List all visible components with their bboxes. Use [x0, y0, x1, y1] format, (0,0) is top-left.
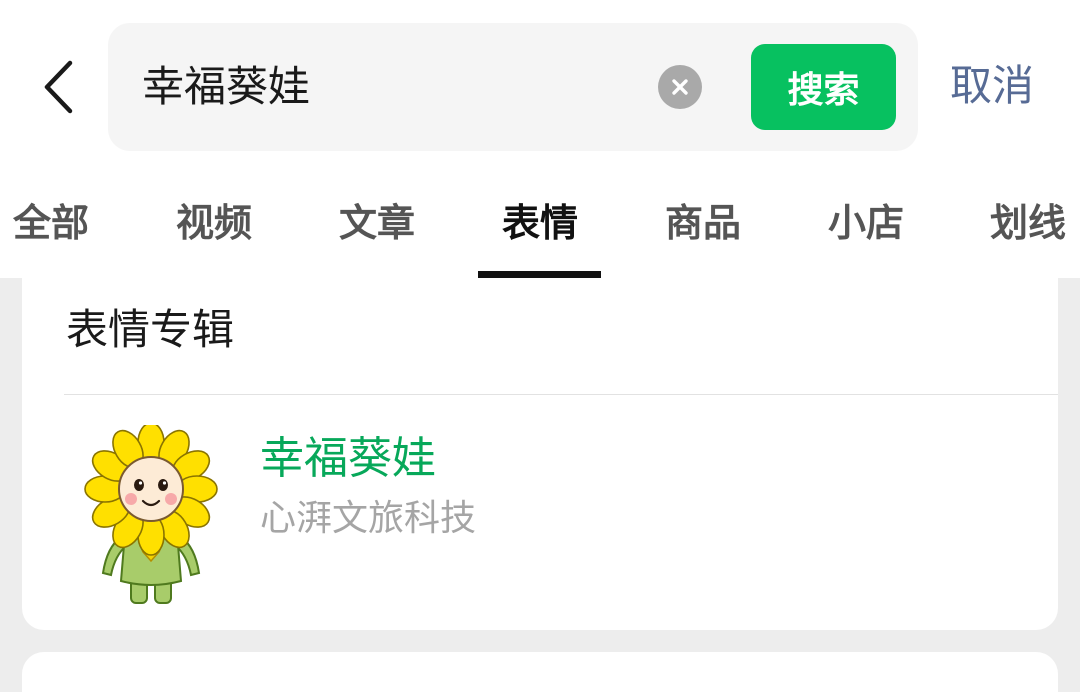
- sticker-album-publisher: 心湃文旅科技: [260, 498, 477, 539]
- tab-stickers[interactable]: 表情: [502, 196, 578, 250]
- tab-products[interactable]: 商品: [665, 196, 741, 250]
- sticker-album-item[interactable]: 幸福葵娃 心湃文旅科技: [22, 395, 1058, 630]
- search-header: 幸福葵娃 搜索 取消 全部 视频 文章 表情 商品 小店 划线: [0, 0, 1080, 278]
- back-button[interactable]: [30, 55, 86, 119]
- sticker-album-card: 表情专辑 幸福葵娃 心湃文旅科技: [22, 278, 1058, 630]
- tab-shops[interactable]: 小店: [828, 196, 904, 250]
- cancel-button[interactable]: 取消: [950, 52, 1034, 120]
- tab-videos[interactable]: 视频: [176, 196, 252, 250]
- chevron-left-icon: [44, 60, 73, 114]
- section-title: 表情专辑: [66, 305, 235, 354]
- tab-articles[interactable]: 文章: [339, 196, 415, 250]
- tab-all[interactable]: 全部: [13, 196, 89, 250]
- tab-highlights[interactable]: 划线: [990, 196, 1066, 250]
- clear-icon: [672, 79, 688, 95]
- active-tab-indicator: [478, 271, 601, 278]
- search-button[interactable]: 搜索: [751, 44, 896, 130]
- next-result-card: [22, 652, 1058, 692]
- search-input[interactable]: 幸福葵娃: [142, 23, 310, 151]
- sunflower-mascot-icon: [84, 425, 218, 604]
- search-box[interactable]: 幸福葵娃 搜索: [108, 23, 918, 151]
- clear-button[interactable]: [658, 65, 702, 109]
- sticker-album-name: 幸福葵娃: [260, 433, 436, 484]
